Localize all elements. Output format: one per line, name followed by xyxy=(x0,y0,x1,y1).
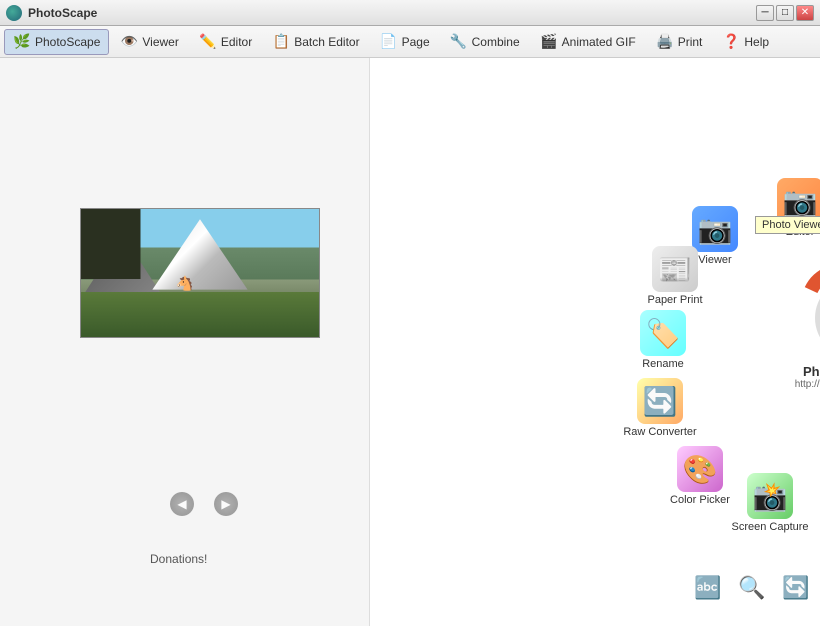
window-controls: ─ □ ✕ xyxy=(756,5,814,21)
donations-text: Donations! xyxy=(150,552,207,566)
right-panel: Photo Viewer Screen PhotoScape v3.7 http… xyxy=(370,58,820,626)
icon-raw-converter[interactable]: 🔄 Raw Converter xyxy=(625,378,695,438)
viewer-icon: 👁️ xyxy=(120,33,138,51)
logo-title: PhotoScape v3.7 xyxy=(790,364,820,379)
viewer-tooltip: Photo Viewer Screen xyxy=(755,216,820,234)
menu-bar: 🌿 PhotoScape 👁️ Viewer ✏️ Editor 📋 Batch… xyxy=(0,26,820,58)
center-logo: PhotoScape v3.7 http://www.photoscape.or… xyxy=(790,278,820,390)
menu-print-label: Print xyxy=(678,35,703,49)
minimize-button[interactable]: ─ xyxy=(756,5,774,21)
color-picker-icon-img: 🎨 xyxy=(677,446,723,492)
menu-animated-gif-label: Animated GIF xyxy=(562,35,636,49)
icon-rename[interactable]: 🏷️ Rename xyxy=(628,310,698,370)
menu-combine-label: Combine xyxy=(472,35,520,49)
raw-converter-icon-img: 🔄 xyxy=(637,378,683,424)
menu-help[interactable]: ❓ Help xyxy=(713,29,778,55)
bottom-tools: 🔤 🔍 🔄 🎯 ✈️ xyxy=(690,570,820,606)
logo-segment xyxy=(790,253,820,356)
screen-capture-icon-label: Screen Capture xyxy=(731,521,808,533)
grass-field xyxy=(81,292,319,337)
menu-animated-gif[interactable]: 🎬 Animated GIF xyxy=(531,29,645,55)
batch-editor-icon: 📋 xyxy=(272,33,290,51)
photo-preview[interactable]: 🐴 xyxy=(80,208,320,338)
left-panel: 🐴 ◀ ▶ Donations! xyxy=(0,58,370,626)
menu-viewer[interactable]: 👁️ Viewer xyxy=(111,29,187,55)
bottom-tool-1[interactable]: 🔤 xyxy=(690,570,726,606)
icon-paper-print[interactable]: 📰 Paper Print xyxy=(640,246,710,306)
help-icon: ❓ xyxy=(722,33,740,51)
icon-splitter[interactable]: ✂️ Splitter xyxy=(810,473,820,533)
menu-editor[interactable]: ✏️ Editor xyxy=(190,29,261,55)
print-icon: 🖨️ xyxy=(656,33,674,51)
photoscape-icon: 🌿 xyxy=(13,33,31,51)
nav-arrows: ◀ ▶ xyxy=(170,492,238,516)
rename-icon-label: Rename xyxy=(642,358,684,370)
nav-right-button[interactable]: ▶ xyxy=(214,492,238,516)
main-content: 🐴 ◀ ▶ Donations! Photo Viewer Screen Pho… xyxy=(0,58,820,626)
menu-help-label: Help xyxy=(744,35,769,49)
menu-combine[interactable]: 🔧 Combine xyxy=(441,29,529,55)
close-button[interactable]: ✕ xyxy=(796,5,814,21)
screen-capture-icon-img: 📸 xyxy=(747,473,793,519)
menu-page-label: Page xyxy=(402,35,430,49)
icon-color-picker[interactable]: 🎨 Color Picker xyxy=(665,446,735,506)
editor-icon: ✏️ xyxy=(199,33,217,51)
menu-batch-editor-label: Batch Editor xyxy=(294,35,359,49)
menu-photoscape-label: PhotoScape xyxy=(35,35,100,49)
raw-converter-icon-label: Raw Converter xyxy=(623,426,696,438)
menu-batch-editor[interactable]: 📋 Batch Editor xyxy=(263,29,368,55)
title-bar: PhotoScape ─ □ ✕ xyxy=(0,0,820,26)
nav-left-button[interactable]: ◀ xyxy=(170,492,194,516)
animated-gif-icon: 🎬 xyxy=(540,33,558,51)
horse-figure: 🐴 xyxy=(176,275,193,292)
bottom-tool-2[interactable]: 🔍 xyxy=(734,570,770,606)
mountain-dark xyxy=(81,209,319,279)
paper-print-icon-img: 📰 xyxy=(652,246,698,292)
menu-photoscape[interactable]: 🌿 PhotoScape xyxy=(4,29,109,55)
page-icon: 📄 xyxy=(380,33,398,51)
menu-viewer-label: Viewer xyxy=(142,35,178,49)
maximize-button[interactable]: □ xyxy=(776,5,794,21)
paper-print-icon-label: Paper Print xyxy=(647,294,702,306)
logo-url: http://www.photoscape.org/ xyxy=(790,379,820,390)
mountain-image: 🐴 xyxy=(81,209,319,337)
window-title: PhotoScape xyxy=(28,6,97,20)
menu-print[interactable]: 🖨️ Print xyxy=(647,29,712,55)
icon-screen-capture[interactable]: 📸 Screen Capture xyxy=(735,473,805,533)
combine-icon: 🔧 xyxy=(450,33,468,51)
bottom-tool-3[interactable]: 🔄 xyxy=(778,570,814,606)
rename-icon-img: 🏷️ xyxy=(640,310,686,356)
menu-page[interactable]: 📄 Page xyxy=(371,29,439,55)
logo-circle xyxy=(815,278,820,358)
menu-editor-label: Editor xyxy=(221,35,252,49)
app-icon xyxy=(6,5,22,21)
color-picker-icon-label: Color Picker xyxy=(670,494,730,506)
